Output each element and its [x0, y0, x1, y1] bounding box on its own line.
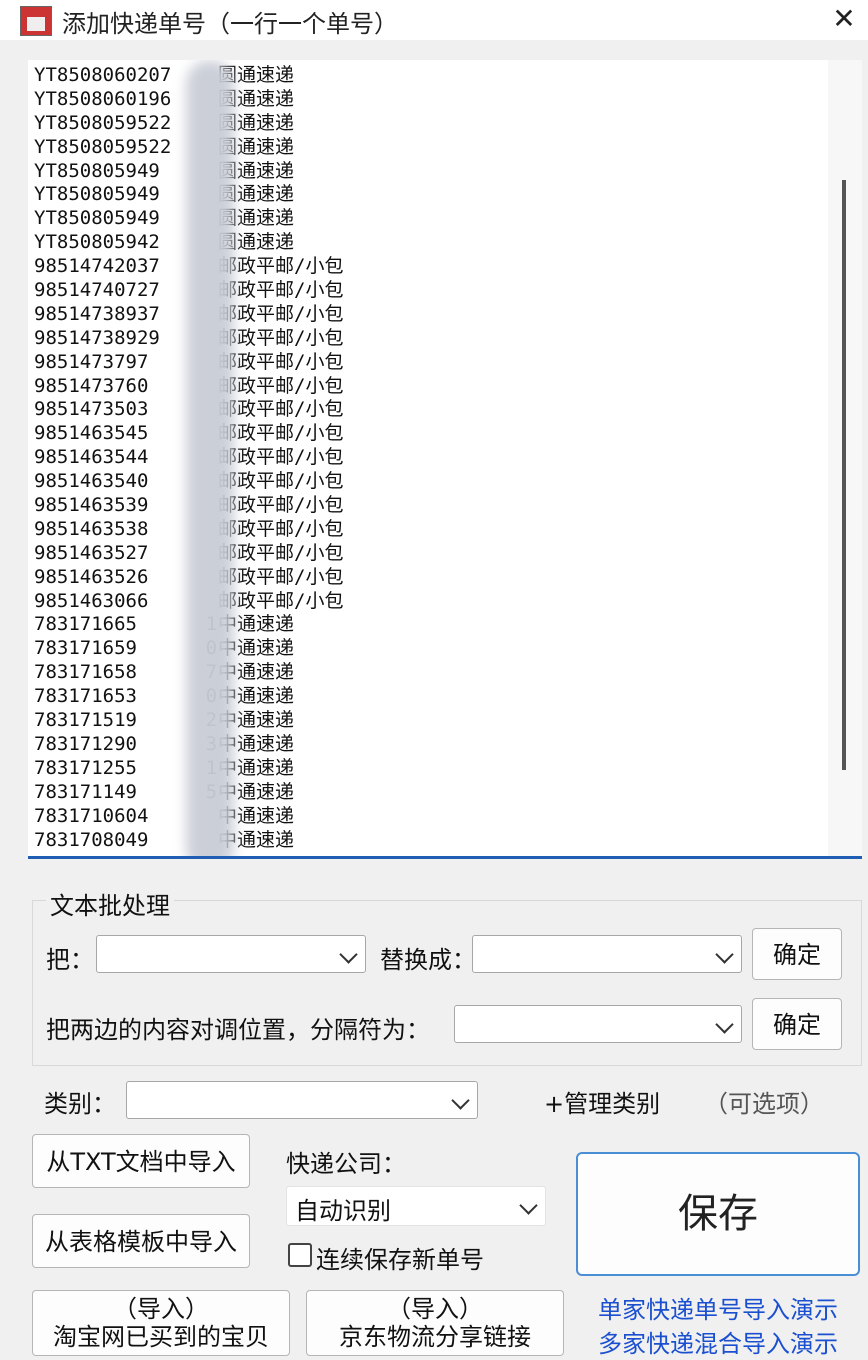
- jd-line2: 京东物流分享链接: [339, 1323, 531, 1351]
- continuous-save-checkbox[interactable]: [288, 1243, 312, 1267]
- manage-category-link[interactable]: +管理类别: [544, 1084, 660, 1119]
- courier-combo[interactable]: 自动识别: [286, 1186, 546, 1226]
- save-button[interactable]: 保存: [576, 1152, 860, 1276]
- jd-line1: （导入）: [387, 1295, 483, 1323]
- category-combo[interactable]: [126, 1081, 478, 1119]
- import-txt-button[interactable]: 从TXT文档中导入: [32, 1134, 250, 1188]
- separator-combo[interactable]: [454, 1005, 742, 1043]
- courier-name: 邮政平邮/小包: [218, 255, 344, 278]
- courier-value: 自动识别: [295, 1197, 391, 1225]
- close-icon[interactable]: ✕: [826, 2, 862, 36]
- courier-name: 邮政平邮/小包: [218, 565, 344, 588]
- courier-name: 邮政平邮/小包: [218, 517, 344, 540]
- courier-name: 邮政平邮/小包: [218, 374, 344, 397]
- import-taobao-button[interactable]: （导入） 淘宝网已买到的宝贝: [32, 1290, 290, 1356]
- scrollbar-thumb[interactable]: [842, 180, 846, 770]
- taobao-line2: 淘宝网已买到的宝贝: [53, 1323, 269, 1351]
- courier-name: 邮政平邮/小包: [218, 589, 344, 612]
- courier-name: 邮政平邮/小包: [218, 350, 344, 373]
- app-icon: [20, 6, 52, 36]
- courier-name: 邮政平邮/小包: [218, 470, 344, 493]
- import-jd-button[interactable]: （导入） 京东物流分享链接: [306, 1290, 564, 1356]
- replace-confirm-button[interactable]: 确定: [752, 928, 842, 980]
- swap-confirm-button[interactable]: 确定: [752, 998, 842, 1050]
- import-table-button[interactable]: 从表格模板中导入: [32, 1214, 250, 1268]
- chevron-down-icon: [715, 1015, 734, 1034]
- replace-with-label: 替换成：: [380, 946, 476, 974]
- chevron-down-icon: [715, 945, 734, 964]
- single-demo-link[interactable]: 单家快递单号导入演示: [598, 1290, 838, 1325]
- courier-name: 邮政平邮/小包: [218, 541, 344, 564]
- chevron-down-icon: [451, 1091, 470, 1110]
- taobao-line1: （导入）: [113, 1295, 209, 1323]
- swap-label: 把两边的内容对调位置，分隔符为：: [46, 1016, 430, 1044]
- chevron-down-icon: [519, 1196, 538, 1215]
- courier-name: 邮政平邮/小包: [218, 398, 344, 421]
- courier-label: 快递公司：: [286, 1150, 406, 1178]
- title-bar: 添加快递单号（一行一个单号） ✕: [0, 0, 868, 40]
- chevron-down-icon: [339, 945, 358, 964]
- courier-name: 邮政平邮/小包: [218, 494, 344, 517]
- category-label: 类别：: [44, 1090, 116, 1118]
- courier-name: 邮政平邮/小包: [218, 422, 344, 445]
- batch-group-title: 文本批处理: [46, 886, 174, 921]
- multi-demo-link[interactable]: 多家快递混合导入演示: [598, 1324, 838, 1359]
- window-title: 添加快递单号（一行一个单号）: [62, 10, 398, 38]
- replace-from-combo[interactable]: [96, 935, 366, 973]
- courier-name: 邮政平邮/小包: [218, 446, 344, 469]
- replace-with-combo[interactable]: [472, 935, 742, 973]
- replace-from-label: 把：: [46, 946, 94, 974]
- privacy-blur: [186, 60, 234, 856]
- courier-name: 邮政平邮/小包: [218, 302, 344, 325]
- optional-hint: （可选项）: [704, 1090, 824, 1118]
- continuous-save-label: 连续保存新单号: [316, 1246, 484, 1274]
- tracking-numbers-textarea[interactable]: YT8508060207 圆通速递 YT8508060196 圆通速递 YT850805…: [28, 60, 862, 859]
- courier-name: 邮政平邮/小包: [218, 326, 344, 349]
- courier-name: 邮政平邮/小包: [218, 279, 344, 302]
